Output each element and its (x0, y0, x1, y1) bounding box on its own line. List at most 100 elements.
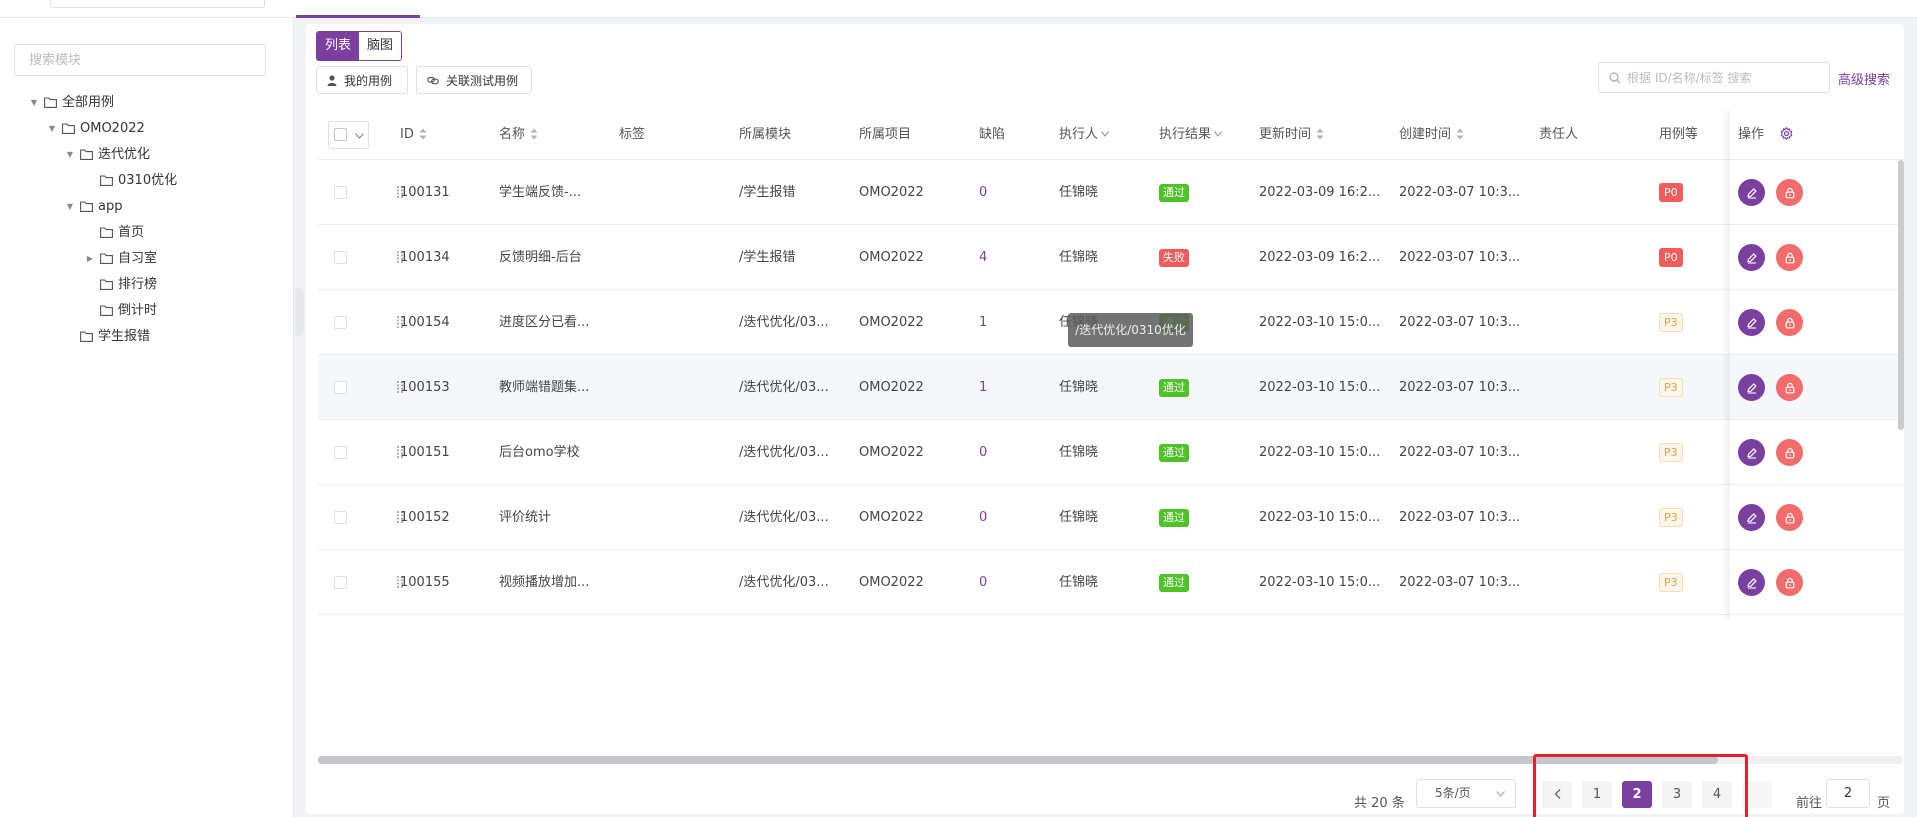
lock-button[interactable] (1776, 374, 1803, 401)
case-project: OMO2022 (859, 250, 924, 265)
page-4-button[interactable]: 4 (1702, 781, 1732, 808)
tree-node[interactable]: 倒计时 (0, 298, 294, 324)
tree-node[interactable]: 排行榜 (0, 272, 294, 298)
edit-button[interactable] (1738, 179, 1765, 206)
caret-down-icon[interactable]: ▼ (46, 116, 58, 142)
caret-right-icon[interactable]: ▶ (84, 246, 96, 272)
edit-button[interactable] (1738, 244, 1765, 271)
lock-button[interactable] (1776, 569, 1803, 596)
table-row[interactable]: 100153 教师端错题集... /迭代优化/03... OMO2022 1 任锦晓 通过 2… (318, 355, 1904, 420)
prev-page-button[interactable] (1542, 781, 1572, 808)
case-defects[interactable]: 1 (979, 355, 987, 420)
page-size-select[interactable]: 5条/页 (1416, 779, 1516, 808)
tree-node[interactable]: ▼ OMO2022 (0, 116, 294, 142)
table-horizontal-scrollbar[interactable] (318, 756, 1903, 764)
table-row[interactable]: 100149 app端倒计时/app/倒计时 OMO2022 4 吴紫云 失败 2022-0… (318, 615, 1904, 620)
tree-node[interactable]: 0310优化 (0, 168, 294, 194)
goto-page-input[interactable] (1826, 779, 1870, 808)
lock-button[interactable] (1776, 439, 1803, 466)
case-defects[interactable]: 4 (979, 225, 987, 290)
tree-node[interactable]: ▼ 全部用例 (0, 90, 294, 116)
my-cases-label: 我的用例 (344, 73, 393, 88)
case-created: 2022-03-07 10:3... (1399, 510, 1521, 525)
caret-down-icon[interactable]: ▼ (28, 90, 40, 116)
sidebar-collapse-handle[interactable] (295, 288, 304, 336)
table-vertical-scrollbar[interactable] (1898, 160, 1904, 430)
case-defects[interactable]: 0 (979, 420, 987, 485)
horizontal-scroll-thumb[interactable] (318, 756, 1718, 764)
table-row[interactable]: 100131 学生端反馈-... /学生报错 OMO2022 0 任锦晓 通过 2022-03… (318, 160, 1904, 225)
case-name[interactable]: 评价统计 (499, 485, 551, 550)
tree-node[interactable]: 首页 (0, 220, 294, 246)
edit-button[interactable] (1738, 504, 1765, 531)
chevron-down-icon (1496, 791, 1505, 797)
case-search-input[interactable] (1627, 70, 1822, 85)
pencil-icon (1746, 382, 1757, 394)
table-row[interactable]: 100151 后台omo学校/迭代优化/03... OMO2022 0 任锦晓 通过 202… (318, 420, 1904, 485)
column-updated[interactable]: 更新时间 (1259, 110, 1324, 160)
case-name[interactable]: 视频播放增加... (499, 550, 589, 615)
view-mindmap-button[interactable]: 脑图 (359, 32, 402, 60)
tree-node[interactable]: 学生报错 (0, 324, 294, 350)
module-search-input[interactable] (14, 44, 266, 76)
case-defects[interactable]: 1 (979, 290, 987, 355)
row-checkbox[interactable] (334, 316, 347, 329)
column-name[interactable]: 名称 (499, 110, 538, 160)
case-defects[interactable]: 0 (979, 160, 987, 225)
select-all-checkbox[interactable] (334, 128, 347, 141)
edit-button[interactable] (1738, 569, 1765, 596)
tree-node[interactable]: ▼ 迭代优化 (0, 142, 294, 168)
page-3-button[interactable]: 3 (1662, 781, 1692, 808)
case-name[interactable]: 进度区分已看... (499, 290, 589, 355)
table-row[interactable]: 100134 反馈明细-后台/学生报错 OMO2022 4 任锦晓 失败 2022-03-0… (318, 225, 1904, 290)
tree-node[interactable]: ▼ app (0, 194, 294, 220)
tree-node[interactable]: ▶ 自习室 (0, 246, 294, 272)
case-name[interactable]: app端倒计时 (499, 615, 575, 620)
case-name[interactable]: 学生端反馈-... (499, 160, 581, 225)
case-module: /迭代优化/03... (739, 380, 829, 395)
next-page-button[interactable] (1742, 781, 1772, 808)
lock-button[interactable] (1776, 179, 1803, 206)
row-checkbox[interactable] (334, 511, 347, 524)
case-defects[interactable]: 0 (979, 550, 987, 615)
page-size-value: 5条/页 (1435, 786, 1471, 800)
gear-icon[interactable] (1780, 126, 1793, 141)
edit-button[interactable] (1738, 439, 1765, 466)
edit-button[interactable] (1738, 374, 1765, 401)
case-priority: P3 (1659, 485, 1683, 550)
advanced-search-link[interactable]: 高级搜索 (1838, 69, 1890, 88)
column-result[interactable]: 执行结果 (1159, 110, 1222, 160)
case-created: 2022-03-07 10:3... (1399, 380, 1521, 395)
linked-cases-button[interactable]: 关联测试用例 (416, 66, 532, 94)
pencil-icon (1746, 447, 1757, 459)
caret-down-icon[interactable]: ▼ (64, 194, 76, 220)
select-all-dropdown[interactable] (328, 121, 369, 149)
column-executor[interactable]: 执行人 (1059, 110, 1109, 160)
lock-button[interactable] (1776, 504, 1803, 531)
edit-button[interactable] (1738, 309, 1765, 336)
column-defects: 缺陷 (979, 127, 1006, 142)
search-icon (1609, 71, 1621, 83)
case-name[interactable]: 反馈明细-后台 (499, 225, 582, 290)
view-list-button[interactable]: 列表 (317, 32, 360, 60)
table-row[interactable]: 100155 视频播放增加... /迭代优化/03... OMO2022 0 任锦晓 通过 2… (318, 550, 1904, 615)
row-checkbox[interactable] (334, 381, 347, 394)
page-1-button[interactable]: 1 (1582, 781, 1612, 808)
case-name[interactable]: 后台omo学校 (499, 420, 580, 485)
table-row[interactable]: 100152 评价统计/迭代优化/03... OMO2022 0 任锦晓 通过 2022-0… (318, 485, 1904, 550)
page-2-button[interactable]: 2 (1622, 781, 1652, 808)
caret-down-icon[interactable]: ▼ (64, 142, 76, 168)
row-checkbox[interactable] (334, 576, 347, 589)
column-id[interactable]: ID (400, 110, 427, 160)
lock-button[interactable] (1776, 309, 1803, 336)
case-name[interactable]: 教师端错题集... (499, 355, 589, 420)
case-defects[interactable]: 4 (979, 615, 987, 620)
row-checkbox[interactable] (334, 251, 347, 264)
row-checkbox[interactable] (334, 446, 347, 459)
row-checkbox[interactable] (334, 186, 347, 199)
case-defects[interactable]: 0 (979, 485, 987, 550)
lock-button[interactable] (1776, 244, 1803, 271)
my-cases-button[interactable]: 我的用例 (316, 66, 408, 94)
column-created[interactable]: 创建时间 (1399, 110, 1464, 160)
top-input[interactable] (50, 0, 265, 8)
